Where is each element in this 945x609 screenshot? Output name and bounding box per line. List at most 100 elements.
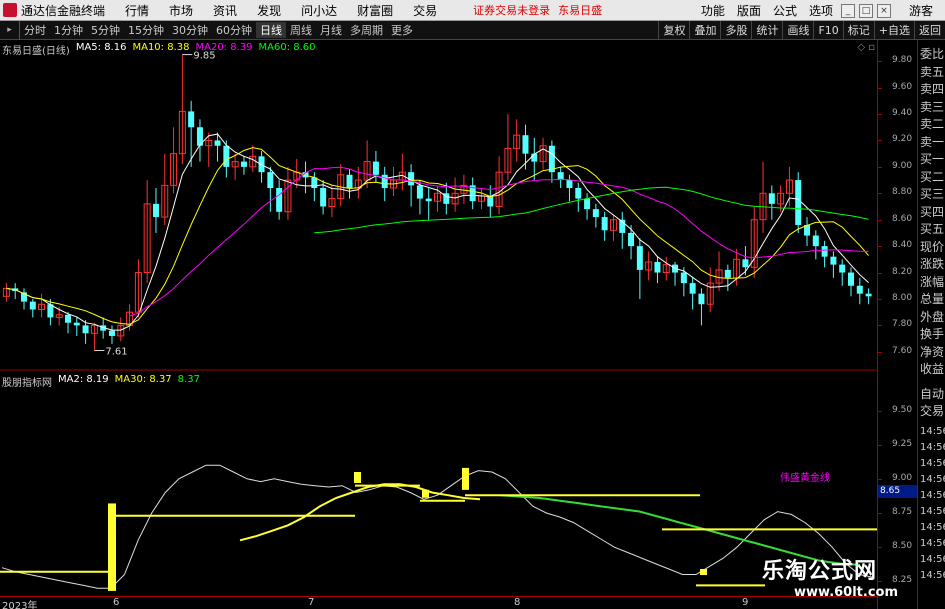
candle-body-down: [64, 314, 71, 323]
minimize-icon[interactable]: _: [840, 3, 855, 18]
menu-item-ask[interactable]: 问小达: [291, 2, 347, 19]
candle-body-down: [346, 174, 353, 189]
candle-body-down: [29, 301, 36, 310]
candle-body-down: [425, 198, 432, 202]
menu-item-discover[interactable]: 发现: [247, 2, 291, 19]
trade-label[interactable]: 自动: [920, 385, 944, 402]
watermark-url: www.60lt.com: [794, 585, 899, 600]
candle-body-down: [416, 185, 423, 199]
tool-multi-stock[interactable]: 多股: [720, 21, 751, 40]
candle-body-down: [548, 145, 555, 173]
date-axis: 2023年 6 7 8 9: [0, 596, 877, 609]
candle-body-down: [487, 195, 494, 207]
trade-label[interactable]: 交易: [920, 402, 944, 419]
period-30min[interactable]: 30分钟: [168, 22, 212, 38]
candle-body-down: [636, 246, 643, 270]
candle-body-down: [724, 269, 731, 278]
period-monthly[interactable]: 月线: [316, 22, 346, 38]
period-15min[interactable]: 15分钟: [124, 22, 168, 38]
candle-body-down: [320, 188, 327, 207]
price-tick: 9.60: [877, 81, 913, 92]
sub-white-line: [1, 464, 874, 589]
sub-tick: 9.00: [877, 472, 913, 483]
indicator-legend: 股朋指标网 MA2: 8.19 MA30: 8.37 8.37: [2, 374, 200, 389]
quote-field-label: 净资: [920, 344, 945, 359]
indicator-line-label: 伟盛黄金线: [780, 473, 830, 484]
close-icon[interactable]: ×: [876, 3, 891, 18]
period-1min[interactable]: 1分钟: [50, 22, 87, 38]
quote-field-label: 卖二: [920, 117, 945, 131]
candle-body-down: [566, 180, 573, 189]
period-toolbar: ▸ 分时 1分钟 5分钟 15分钟 30分钟 60分钟 日线 周线 月线 多周期…: [0, 20, 945, 40]
legend-ma5: MA5: 8.16: [75, 42, 127, 53]
candle-body-down: [812, 235, 819, 247]
tool-mark[interactable]: 标记: [842, 21, 874, 40]
menu-item-trade[interactable]: 交易: [403, 2, 447, 19]
tool-f10[interactable]: F10: [813, 21, 842, 40]
sub-tick: 9.50: [877, 404, 913, 415]
period-60min[interactable]: 60分钟: [212, 22, 256, 38]
menu-item-market[interactable]: 市场: [159, 2, 203, 19]
guest-label[interactable]: 游客: [903, 2, 939, 19]
watermark: 乐淘公式网 www.60lt.com: [762, 553, 940, 605]
sub-tick: 8.75: [877, 507, 913, 517]
price-tick: 9.00: [877, 160, 913, 171]
candle-body-down: [654, 261, 661, 273]
chart-area[interactable]: 9.85 7.61 东易日盛(日线) MA5: 8.16 MA10: 8.38 M…: [0, 40, 877, 609]
menu-bar: 通达信金融终端 行情 市场 资讯 发现 问小达 财富圈 交易 证券交易未登录 东…: [0, 0, 945, 21]
menu-item-layout[interactable]: 版面: [731, 2, 767, 19]
quote-field-label: 换手: [920, 327, 945, 341]
tool-back[interactable]: 返回: [914, 21, 945, 40]
menu-item-formula[interactable]: 公式: [767, 2, 803, 19]
tool-draw[interactable]: 画线: [782, 21, 813, 40]
price-tick: 7.80: [877, 319, 913, 330]
sub-marker: [700, 569, 707, 576]
candle-body-down: [522, 135, 529, 154]
candle-body-down: [592, 209, 599, 218]
candle-body-down: [381, 174, 388, 189]
candle-body-down: [689, 283, 696, 294]
menu-item-function[interactable]: 功能: [695, 2, 731, 19]
tool-adjust[interactable]: 复权: [658, 21, 689, 40]
period-daily[interactable]: 日线: [256, 22, 286, 38]
price-tick: 9.40: [877, 108, 913, 119]
current-stock-name: 东易日盛: [558, 4, 603, 17]
chart-corner-icons[interactable]: ◇ ▫: [857, 42, 875, 53]
quote-field-label: 总量: [920, 292, 945, 306]
legend-indicator-name[interactable]: 股朋指标网: [2, 374, 52, 389]
tool-add-favorite[interactable]: +自选: [873, 21, 914, 40]
period-intraday[interactable]: 分时: [20, 22, 50, 38]
price-tick: 8.20: [877, 266, 913, 277]
candle-body-down: [258, 156, 265, 173]
quote-field-label: 现价: [920, 239, 945, 254]
period-multi[interactable]: 多周期: [346, 22, 387, 38]
main-legend: 东易日盛(日线) MA5: 8.16 MA10: 8.38 MA20: 8.39…: [2, 42, 316, 57]
quote-field-label: 涨跌: [920, 257, 945, 271]
low-annotation: 7.61: [105, 346, 127, 357]
candle-body-down: [698, 293, 705, 305]
toolbar-toggle-icon[interactable]: ▸: [0, 20, 20, 40]
menu-item-quotes[interactable]: 行情: [115, 2, 159, 19]
period-5min[interactable]: 5分钟: [87, 22, 124, 38]
candle-body-down: [152, 203, 159, 218]
period-weekly[interactable]: 周线: [286, 22, 316, 38]
candle-body-down: [223, 145, 230, 167]
login-notice[interactable]: 证券交易未登录: [473, 2, 550, 18]
period-more[interactable]: 更多: [387, 22, 417, 38]
menu-item-news[interactable]: 资讯: [203, 2, 247, 19]
menu-item-wealth[interactable]: 财富圈: [347, 2, 403, 19]
sub-yellow-curve: [239, 483, 481, 542]
candle-body-down: [214, 140, 221, 146]
maximize-icon[interactable]: □: [858, 3, 873, 18]
legend-ma60: MA60: 8.60: [258, 42, 316, 53]
menu-item-options[interactable]: 选项: [803, 2, 839, 19]
candle-body-down: [575, 188, 582, 199]
candle-body-down: [240, 161, 247, 167]
tool-stats[interactable]: 统计: [751, 21, 782, 40]
quote-field-label: 卖五: [920, 64, 945, 79]
candle-body-down: [628, 232, 635, 247]
sub-marker: [462, 467, 469, 490]
sub-marker-bar: [108, 503, 116, 591]
tool-overlay[interactable]: 叠加: [689, 21, 720, 40]
kline-chart[interactable]: 9.857.61: [0, 40, 877, 609]
